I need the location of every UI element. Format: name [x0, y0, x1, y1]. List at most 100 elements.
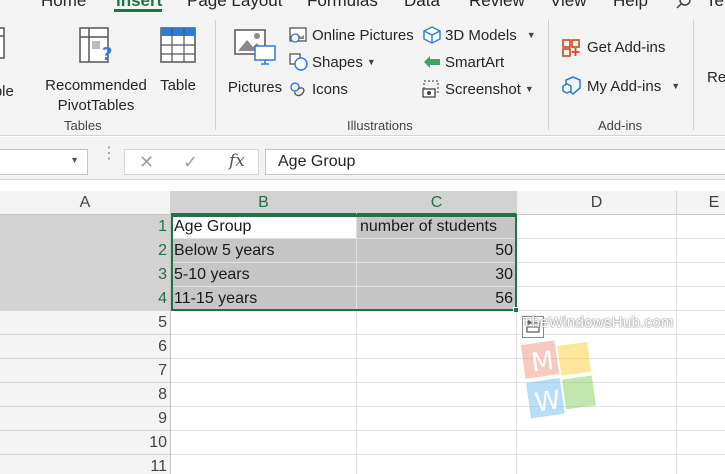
icons-label: Icons: [312, 80, 348, 98]
icons-button[interactable]: Icons: [289, 78, 348, 100]
table-icon: [160, 27, 196, 63]
row-headers: 1 2 3 4 5 6 7 8 9 10 11: [0, 215, 171, 474]
row-header[interactable]: 7: [0, 359, 170, 383]
table-label: Table: [160, 77, 196, 94]
row-header[interactable]: 1: [0, 215, 170, 239]
screenshot-label: Screenshot: [445, 80, 521, 98]
ribbon: Table ? Recommended PivotTables Table Ta…: [0, 12, 725, 136]
group-label-tables: Tables: [64, 118, 102, 133]
store-icon: [562, 39, 580, 57]
group-label-addins: Add-ins: [598, 118, 643, 133]
gridline: [171, 358, 725, 359]
pivottable-icon: [0, 27, 5, 59]
row-header[interactable]: 10: [0, 431, 170, 455]
online-pictures-button[interactable]: Online Pictures: [289, 24, 414, 46]
online-pictures-label: Online Pictures: [312, 26, 414, 44]
recommended-pivottables-icon: ?: [79, 27, 112, 65]
column-header-b[interactable]: B: [171, 191, 357, 215]
row-header[interactable]: 5: [0, 311, 170, 335]
icons-icon: [290, 82, 305, 97]
fill-handle[interactable]: [513, 307, 519, 313]
group-divider: [215, 20, 216, 130]
pictures-button[interactable]: Pictures: [226, 26, 284, 98]
smartart-label: SmartArt: [445, 53, 505, 71]
pictures-icon: [234, 29, 276, 65]
screenshot-button[interactable]: Screenshot ▼: [422, 78, 534, 100]
row-header[interactable]: 3: [0, 263, 170, 287]
column-header-c[interactable]: C: [357, 191, 517, 215]
gridline: [171, 310, 725, 311]
3d-models-icon: [423, 26, 441, 44]
smartart-button[interactable]: SmartArt: [422, 51, 504, 73]
cell-b1[interactable]: Age Group: [171, 215, 356, 238]
pictures-label: Pictures: [227, 79, 283, 96]
gridline: [676, 215, 677, 474]
column-header-d[interactable]: D: [517, 191, 677, 215]
shapes-label: Shapes: [312, 53, 363, 71]
gridline: [171, 382, 725, 383]
get-addins-label: Get Add-ins: [587, 38, 666, 56]
row-header[interactable]: 6: [0, 335, 170, 359]
smartart-icon: [424, 56, 440, 68]
cell-b4[interactable]: 11-15 years: [171, 287, 356, 310]
screenshot-icon: [422, 80, 439, 98]
my-addins-button[interactable]: My Add-ins ▼: [562, 75, 680, 97]
search-icon[interactable]: [676, 0, 692, 10]
drag-handle-icon[interactable]: ⋮: [101, 146, 117, 162]
tab-partial[interactable]: Te: [706, 0, 724, 11]
online-pictures-icon: [289, 27, 307, 43]
tab-help[interactable]: Help: [613, 0, 648, 11]
gridline: [171, 430, 725, 431]
tab-view[interactable]: View: [550, 0, 587, 11]
tab-formulas[interactable]: Formulas: [307, 0, 378, 11]
tab-page-layout[interactable]: Page Layout: [187, 0, 282, 11]
cancel-icon[interactable]: ✕: [139, 152, 154, 173]
my-addins-label: My Add-ins: [587, 77, 662, 95]
watermark-letter-w: W: [533, 385, 563, 418]
get-addins-button[interactable]: Get Add-ins: [562, 36, 665, 58]
name-box[interactable]: ▼: [0, 149, 88, 175]
watermark-logo: M W: [520, 340, 596, 419]
recommended-label-line2: PivotTables: [57, 97, 135, 114]
row-header[interactable]: 9: [0, 407, 170, 431]
chevron-down-icon: ▼: [671, 81, 681, 91]
insert-function-icon[interactable]: fx: [229, 151, 245, 171]
formula-bar: ▼ ⋮ ✕ ✓ fx Age Group: [0, 137, 725, 180]
recommended-pivottables-button[interactable]: ? Recommended PivotTables: [44, 26, 148, 116]
column-header-e[interactable]: E: [677, 191, 725, 215]
recommended-label-line1: Recommended: [45, 77, 147, 94]
row-header[interactable]: 4: [0, 287, 170, 311]
group-divider: [693, 20, 694, 130]
ribbon-tab-bar: Home Insert Page Layout Formulas Data Re…: [0, 0, 725, 12]
chevron-down-icon: ▼: [526, 30, 536, 40]
cell-c2[interactable]: 50: [357, 239, 516, 262]
3d-models-button[interactable]: 3D Models ▼: [422, 24, 536, 46]
column-header-a[interactable]: A: [0, 191, 171, 215]
formula-buttons: ✕ ✓ fx: [124, 149, 259, 175]
shapes-button[interactable]: Shapes ▼: [289, 51, 376, 73]
3d-models-label: 3D Models: [445, 26, 517, 44]
next-group-button-partial[interactable]: Re: [707, 68, 725, 88]
cell-c4[interactable]: 56: [357, 287, 516, 310]
enter-check-icon[interactable]: ✓: [183, 152, 198, 173]
tab-review[interactable]: Review: [469, 0, 525, 11]
cell-b3[interactable]: 5-10 years: [171, 263, 356, 286]
svg-text:?: ?: [102, 44, 112, 65]
row-header[interactable]: 11: [0, 455, 170, 474]
row-header[interactable]: 2: [0, 239, 170, 263]
formula-input[interactable]: Age Group: [265, 149, 725, 175]
pivottable-label: Table: [0, 83, 14, 100]
tab-home[interactable]: Home: [41, 0, 86, 11]
shapes-icon: [289, 53, 308, 71]
watermark-text: TheWindowsHub.com: [522, 314, 674, 331]
worksheet-grid[interactable]: Age Group number of students Below 5 yea…: [171, 215, 725, 474]
column-headers: A B C D E: [0, 191, 725, 215]
row-header[interactable]: 8: [0, 383, 170, 407]
cell-c1[interactable]: number of students: [357, 215, 516, 238]
table-button[interactable]: Table: [154, 26, 202, 96]
chevron-down-icon[interactable]: ▼: [70, 155, 79, 165]
cell-b2[interactable]: Below 5 years: [171, 239, 356, 262]
group-label-illustrations: Illustrations: [347, 118, 413, 133]
cell-c3[interactable]: 30: [357, 263, 516, 286]
tab-data[interactable]: Data: [404, 0, 440, 11]
